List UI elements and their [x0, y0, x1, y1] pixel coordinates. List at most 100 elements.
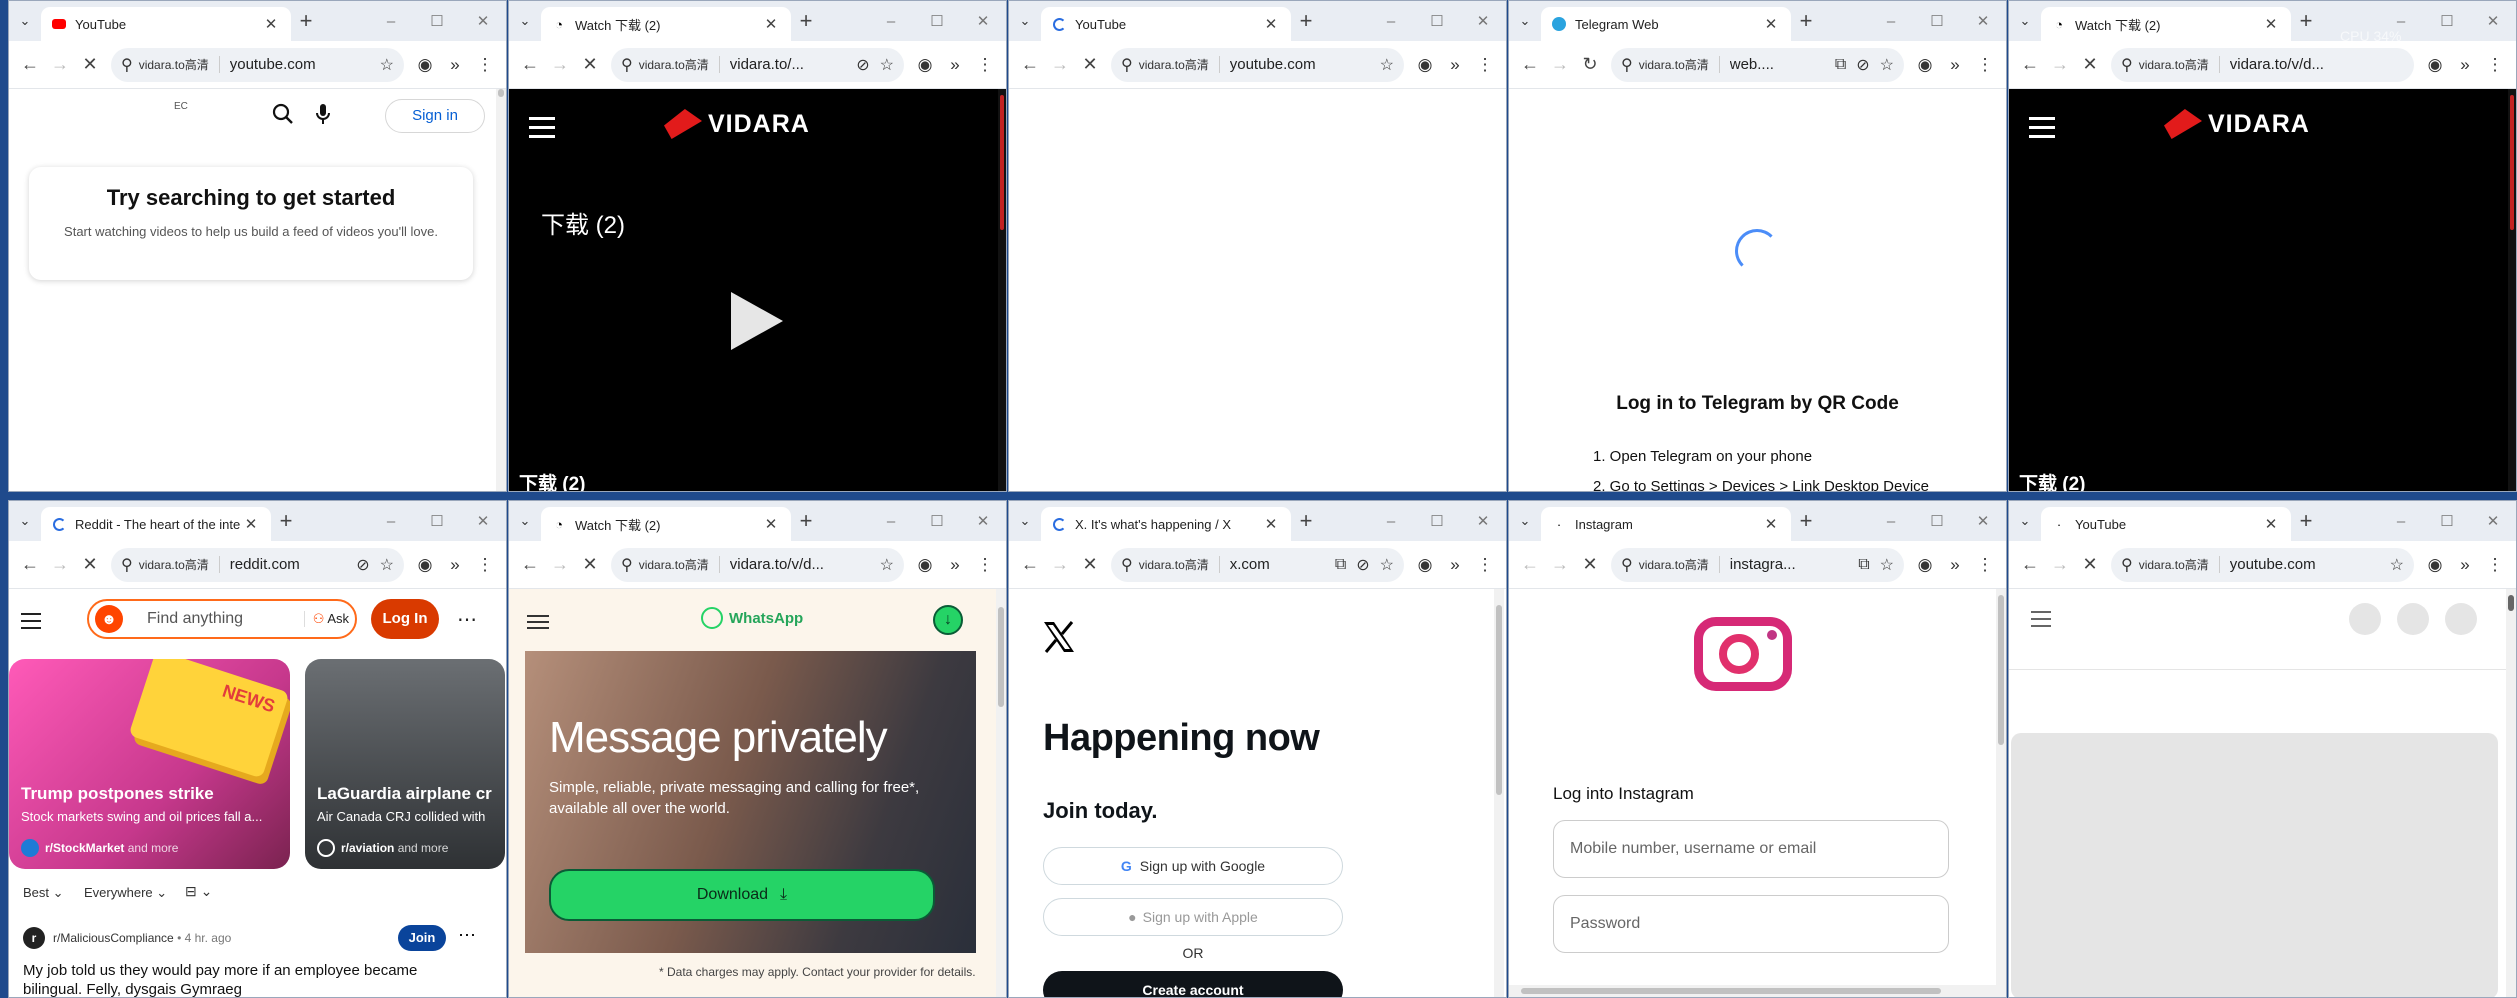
- profile-icon[interactable]: ◉: [1910, 555, 1940, 575]
- extensions-overflow-icon[interactable]: »: [1440, 555, 1470, 575]
- profile-icon[interactable]: ◉: [910, 555, 940, 575]
- maximize-icon[interactable]: ☐: [2424, 12, 2470, 30]
- tab-active[interactable]: YouTube ✕: [41, 7, 291, 41]
- extensions-overflow-icon[interactable]: »: [2450, 55, 2480, 75]
- address-bar[interactable]: ⚲ vidara.to高清 youtube.com ☆: [1111, 47, 1404, 82]
- forward-icon[interactable]: →: [1045, 554, 1075, 575]
- forward-icon[interactable]: →: [45, 554, 75, 575]
- maximize-icon[interactable]: ☐: [414, 12, 460, 30]
- stop-icon[interactable]: ✕: [75, 554, 105, 575]
- new-tab-button[interactable]: +: [2291, 508, 2321, 534]
- extensions-overflow-icon[interactable]: »: [440, 55, 470, 75]
- post-title[interactable]: My job told us they would pay more if an…: [23, 961, 478, 997]
- minimize-icon[interactable]: –: [2378, 513, 2424, 530]
- stop-icon[interactable]: ✕: [1575, 554, 1605, 575]
- maximize-icon[interactable]: ☐: [1414, 512, 1460, 530]
- back-icon[interactable]: ←: [515, 554, 545, 575]
- maximize-icon[interactable]: ☐: [1914, 12, 1960, 30]
- tab-active[interactable]: ◔ Watch 下载 (2) ✕: [2041, 7, 2291, 41]
- close-window-icon[interactable]: ✕: [2470, 12, 2516, 30]
- back-icon[interactable]: ←: [1515, 54, 1545, 75]
- extensions-overflow-icon[interactable]: »: [2450, 555, 2480, 575]
- close-window-icon[interactable]: ✕: [960, 512, 1006, 530]
- new-tab-button[interactable]: +: [2291, 8, 2321, 34]
- bookmark-star-icon[interactable]: ☆: [880, 55, 894, 75]
- google-signup-button[interactable]: G Sign up with Google: [1043, 847, 1343, 885]
- extensions-overflow-icon[interactable]: »: [1440, 55, 1470, 75]
- minimize-icon[interactable]: –: [368, 13, 414, 30]
- apple-signup-button[interactable]: ● Sign up with Apple: [1043, 898, 1343, 936]
- close-tab-icon[interactable]: ✕: [261, 15, 281, 33]
- view-toggle-icon[interactable]: ⊟ ⌄: [185, 883, 212, 900]
- menu-kebab-icon[interactable]: ⋮: [2480, 555, 2510, 575]
- trending-card[interactable]: NEWS Trump postpones strike Stock market…: [9, 659, 290, 869]
- close-window-icon[interactable]: ✕: [960, 12, 1006, 30]
- close-tab-icon[interactable]: ✕: [241, 515, 261, 533]
- minimize-icon[interactable]: –: [368, 513, 414, 530]
- scrollbar[interactable]: [496, 89, 506, 491]
- maximize-icon[interactable]: ☐: [2424, 512, 2470, 530]
- profile-icon[interactable]: ◉: [410, 55, 440, 75]
- tab-search-icon[interactable]: ⌄: [1509, 1, 1541, 41]
- new-tab-button[interactable]: +: [1291, 8, 1321, 34]
- extensions-overflow-icon[interactable]: »: [1940, 555, 1970, 575]
- maximize-icon[interactable]: ☐: [414, 512, 460, 530]
- new-tab-button[interactable]: +: [791, 508, 821, 534]
- address-bar[interactable]: ⚲ vidara.to高清 youtube.com ☆: [111, 47, 404, 82]
- profile-icon[interactable]: ◉: [1410, 55, 1440, 75]
- menu-kebab-icon[interactable]: ⋮: [1970, 55, 2000, 75]
- download-circle-icon[interactable]: ↓: [933, 605, 963, 635]
- address-bar[interactable]: ⚲ vidara.to高清 reddit.com ⊘ ☆: [111, 547, 404, 582]
- horizontal-scrollbar[interactable]: [1509, 985, 1996, 997]
- reload-icon[interactable]: ↻: [1575, 54, 1605, 75]
- forward-icon[interactable]: →: [45, 54, 75, 75]
- back-icon[interactable]: ←: [2015, 54, 2045, 75]
- extensions-overflow-icon[interactable]: »: [940, 55, 970, 75]
- close-tab-icon[interactable]: ✕: [1761, 15, 1781, 33]
- close-window-icon[interactable]: ✕: [460, 12, 506, 30]
- tab-search-icon[interactable]: ⌄: [2009, 1, 2041, 41]
- sort-best-dropdown[interactable]: Best ⌄: [23, 885, 64, 901]
- bookmark-star-icon[interactable]: ☆: [1880, 55, 1894, 75]
- join-button[interactable]: Join: [398, 925, 446, 951]
- search-icon[interactable]: [272, 103, 294, 125]
- tab-active[interactable]: Reddit - The heart of the inte ✕: [41, 507, 271, 541]
- menu-kebab-icon[interactable]: ⋮: [470, 55, 500, 75]
- maximize-icon[interactable]: ☐: [914, 512, 960, 530]
- profile-icon[interactable]: ◉: [1910, 55, 1940, 75]
- stop-icon[interactable]: ✕: [1075, 54, 1105, 75]
- trending-card[interactable]: LaGuardia airplane cr Air Canada CRJ col…: [305, 659, 505, 869]
- close-tab-icon[interactable]: ✕: [1761, 515, 1781, 533]
- new-tab-button[interactable]: +: [271, 508, 301, 534]
- stop-icon[interactable]: ✕: [75, 54, 105, 75]
- tab-active[interactable]: · YouTube ✕: [2041, 507, 2291, 541]
- address-bar[interactable]: ⚲ vidara.to高清 x.com ⧉ ⊘ ☆: [1111, 547, 1404, 582]
- menu-kebab-icon[interactable]: ⋮: [1470, 55, 1500, 75]
- maximize-icon[interactable]: ☐: [1914, 512, 1960, 530]
- back-icon[interactable]: ←: [15, 54, 45, 75]
- site-info-icon[interactable]: ⚲: [1121, 55, 1133, 75]
- stop-icon[interactable]: ✕: [575, 54, 605, 75]
- stop-icon[interactable]: ✕: [2075, 54, 2105, 75]
- address-bar[interactable]: ⚲ vidara.to高清 instagra... ⧉ ☆: [1611, 547, 1904, 582]
- address-bar[interactable]: ⚲ vidara.to高清 youtube.com ☆: [2111, 547, 2414, 582]
- close-tab-icon[interactable]: ✕: [2261, 15, 2281, 33]
- bookmark-star-icon[interactable]: ☆: [1380, 555, 1394, 575]
- address-bar[interactable]: ⚲ vidara.to高清 vidara.to/v/d... ☆: [611, 547, 904, 582]
- menu-kebab-icon[interactable]: ⋮: [1970, 555, 2000, 575]
- profile-icon[interactable]: ◉: [410, 555, 440, 575]
- post-options-icon[interactable]: ⋯: [458, 925, 476, 946]
- extensions-overflow-icon[interactable]: »: [440, 555, 470, 575]
- bookmark-star-icon[interactable]: ☆: [1880, 555, 1894, 575]
- forward-icon[interactable]: →: [1045, 54, 1075, 75]
- minimize-icon[interactable]: –: [868, 513, 914, 530]
- stop-icon[interactable]: ✕: [575, 554, 605, 575]
- reddit-search-bar[interactable]: ☻ Find anything ⚇ Ask: [87, 599, 357, 639]
- tab-active[interactable]: · Instagram ✕: [1541, 507, 1791, 541]
- close-window-icon[interactable]: ✕: [1960, 512, 2006, 530]
- new-tab-button[interactable]: +: [1291, 508, 1321, 534]
- site-info-icon[interactable]: ⚲: [621, 55, 633, 75]
- minimize-icon[interactable]: –: [2378, 13, 2424, 30]
- forward-icon[interactable]: →: [1545, 54, 1575, 75]
- microphone-icon[interactable]: [315, 102, 331, 126]
